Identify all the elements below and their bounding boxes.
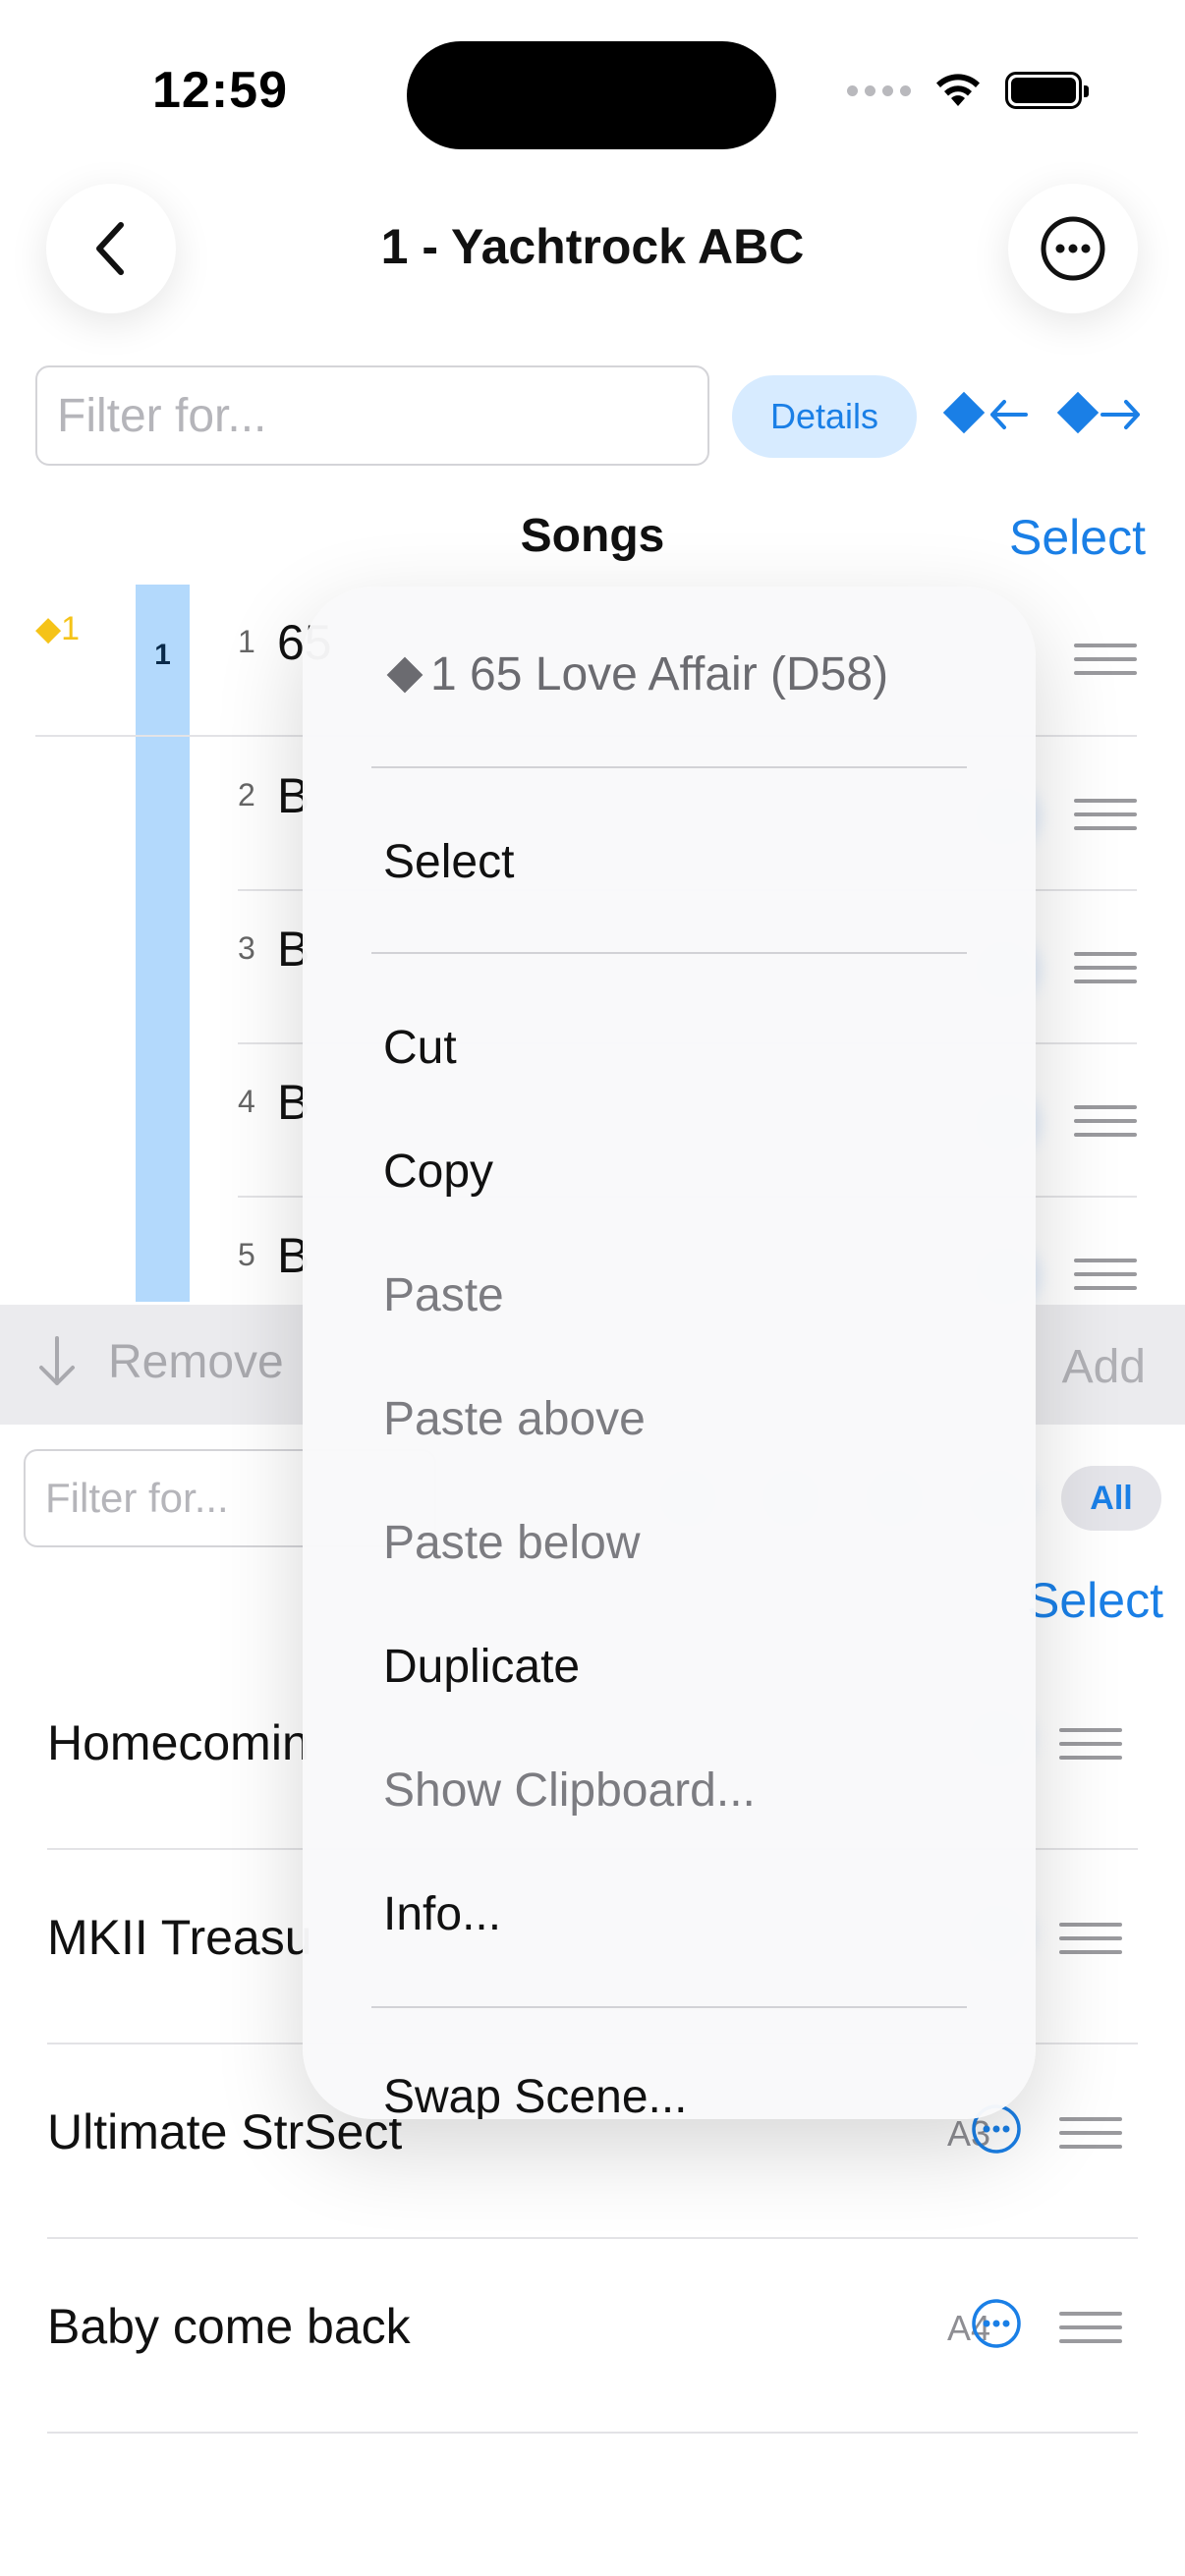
reorder-handle-icon[interactable] (1059, 1728, 1122, 1760)
reorder-handle-icon[interactable] (1074, 1259, 1137, 1290)
menu-item-cut[interactable]: Cut (383, 1021, 457, 1075)
reorder-handle-icon[interactable] (1059, 2312, 1122, 2343)
details-button[interactable]: Details (732, 375, 917, 458)
arrow-down-icon (39, 1336, 75, 1385)
scene-marker-label: 1 (61, 610, 81, 647)
menu-item-swap-scene[interactable]: Swap Scene... (383, 2070, 688, 2119)
menu-item-copy[interactable]: Copy (383, 1145, 493, 1199)
menu-item-show-clipboard[interactable]: Show Clipboard... (383, 1764, 756, 1818)
battery-icon (1005, 72, 1089, 109)
status-time: 12:59 (152, 62, 288, 119)
menu-item-duplicate[interactable]: Duplicate (383, 1640, 580, 1694)
ellipsis-circle-icon[interactable] (971, 2298, 1022, 2349)
context-menu-header-label: 1 65 Love Affair (D58) (430, 648, 889, 700)
setlist-filter-input[interactable]: Filter for... (35, 365, 709, 466)
scene-bar[interactable] (136, 585, 190, 1302)
song-number: 5 (238, 1237, 255, 1272)
library-item-name: Baby come back (47, 2299, 411, 2354)
menu-separator (371, 952, 967, 954)
scene-bar-label: 1 (154, 639, 171, 671)
songs-section-title: Songs (520, 510, 665, 562)
reorder-handle-icon[interactable] (1059, 1923, 1122, 1954)
dynamic-island (407, 41, 776, 149)
menu-item-paste-above[interactable]: Paste above (383, 1392, 646, 1446)
diamond-right-arrow-icon (1056, 391, 1140, 434)
add-button[interactable]: Add (1062, 1340, 1146, 1394)
library-select-button[interactable]: Select (1027, 1572, 1163, 1629)
status-icons (847, 71, 1089, 110)
reorder-handle-icon[interactable] (1074, 1105, 1137, 1137)
wifi-icon (936, 74, 980, 106)
song-number: 2 (238, 777, 255, 812)
reorder-handle-icon[interactable] (1074, 644, 1137, 675)
context-menu: 1 65 Love Affair (D58) Select Cut Copy P… (303, 587, 1036, 2119)
previous-scene-button[interactable] (941, 383, 1032, 446)
all-filter-button[interactable]: All (1061, 1466, 1161, 1531)
song-number: 4 (238, 1084, 255, 1119)
next-scene-button[interactable] (1055, 383, 1146, 446)
cellular-signal-icon (847, 84, 911, 96)
reorder-handle-icon[interactable] (1074, 799, 1137, 830)
menu-separator (371, 2006, 967, 2008)
song-number: 1 (238, 624, 255, 659)
ellipsis-circle-icon (1041, 216, 1105, 281)
diamond-left-arrow-icon (942, 391, 1028, 434)
library-item-name: MKII Treasu (47, 1910, 312, 1965)
song-number: 3 (238, 930, 255, 966)
menu-item-info[interactable]: Info... (383, 1887, 501, 1941)
status-bar: 12:59 (0, 0, 1185, 157)
more-options-button[interactable] (1008, 184, 1138, 313)
menu-item-paste-below[interactable]: Paste below (383, 1516, 641, 1570)
diamond-icon (386, 656, 423, 693)
library-item-name: Homecomin (47, 1715, 310, 1770)
library-row[interactable]: Baby come back A4 (47, 2239, 1138, 2434)
remove-button[interactable]: Remove (35, 1334, 284, 1389)
remove-label: Remove (108, 1335, 284, 1388)
menu-item-paste[interactable]: Paste (383, 1268, 504, 1322)
menu-item-select[interactable]: Select (383, 835, 514, 889)
reorder-handle-icon[interactable] (1074, 952, 1137, 983)
reorder-handle-icon[interactable] (1059, 2117, 1122, 2149)
menu-separator (371, 766, 967, 768)
context-menu-header: 1 65 Love Affair (D58) (383, 647, 888, 701)
row-divider (47, 2432, 1138, 2434)
songs-select-button[interactable]: Select (1009, 509, 1146, 566)
scene-marker: ◆1 (35, 610, 81, 647)
